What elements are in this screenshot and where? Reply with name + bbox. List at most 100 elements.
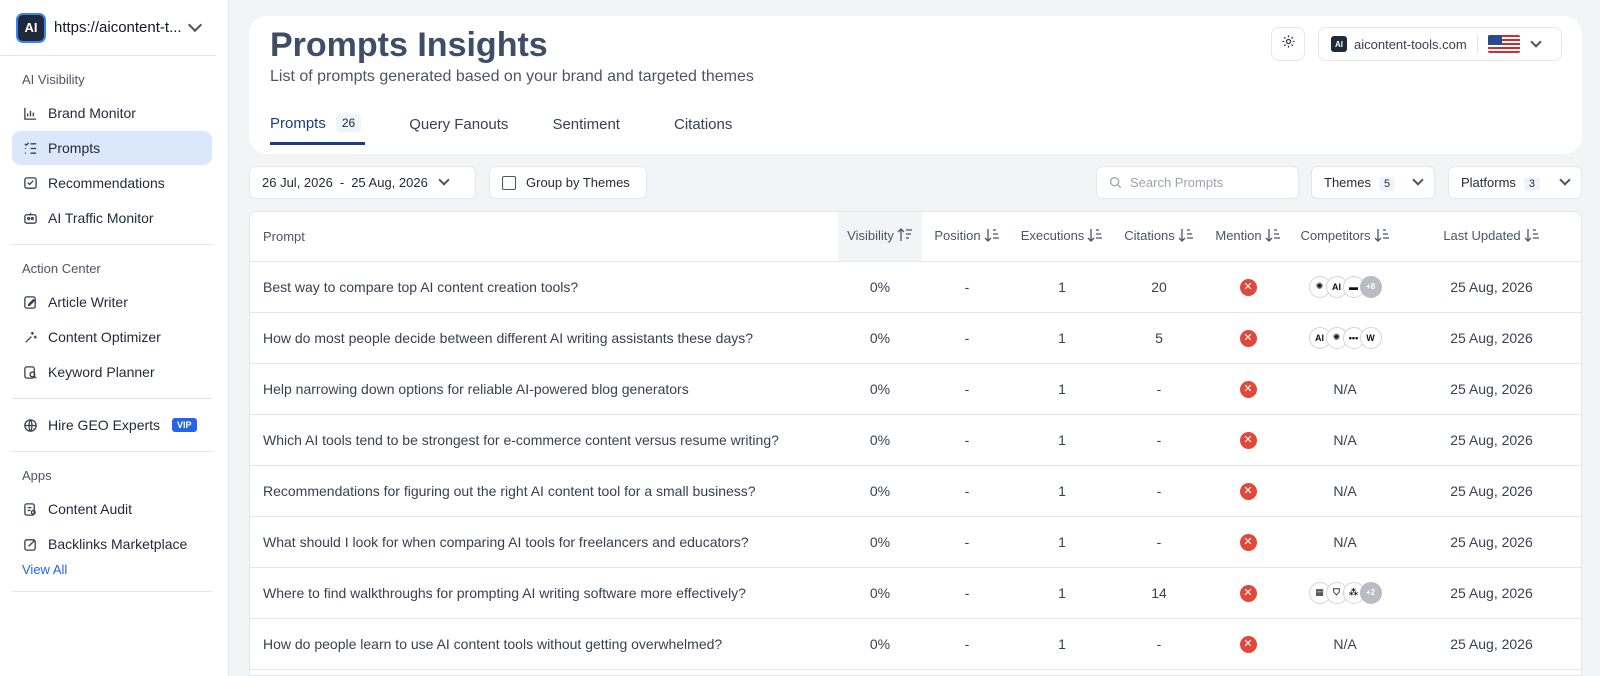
prompt-text[interactable]: Where to find walkthroughs for prompting… [250, 567, 838, 619]
competitors-na: N/A [1333, 635, 1357, 652]
visibility-value: 0% [838, 363, 922, 415]
bar-chart-icon [22, 105, 38, 121]
column-header-mention[interactable]: Mention [1206, 212, 1290, 262]
position-value: - [922, 618, 1012, 670]
last-updated-value: 25 Aug, 2026 [1400, 516, 1581, 568]
position-value: - [922, 312, 1012, 364]
competitors-cell: AI ✺ ••• W [1290, 312, 1400, 364]
gear-icon [1281, 34, 1296, 54]
chevron-down-icon [1559, 174, 1571, 186]
sidebar-item-prompts[interactable]: Prompts [12, 131, 212, 165]
platforms-label: Platforms [1461, 175, 1516, 190]
site-selector[interactable]: AI aicontent-tools.com [1318, 27, 1562, 61]
themes-filter[interactable]: Themes 5 [1311, 166, 1435, 199]
column-header-executions[interactable]: Executions [1012, 212, 1112, 262]
column-header-competitors[interactable]: Competitors [1290, 212, 1400, 262]
sidebar-item-keyword-planner[interactable]: Keyword Planner [12, 355, 212, 389]
prompt-text[interactable]: What should I look for when comparing AI… [250, 516, 838, 568]
citations-value: 14 [1112, 567, 1206, 619]
search-prompts-input[interactable]: Search Prompts [1096, 166, 1299, 199]
last-updated-value: 25 Aug, 2026 [1400, 414, 1581, 466]
sidebar-item-label: Prompts [48, 140, 101, 156]
sidebar-item-hire-geo-experts[interactable]: Hire GEO Experts VIP [12, 408, 212, 442]
site-name: aicontent-tools.com [1354, 36, 1467, 52]
x-circle-icon: ✕ [1239, 636, 1257, 653]
competitor-avatars: AI ✺ ••• W [1308, 326, 1382, 349]
column-label: Competitors [1300, 227, 1371, 243]
column-header-visibility[interactable]: Visibility [838, 212, 922, 262]
date-range-picker[interactable]: 26 Jul, 2026 - 25 Aug, 2026 [249, 166, 476, 199]
competitor-avatars: ▦ ⛉ ⁂ +2 [1308, 581, 1382, 604]
competitors-cell: N/A [1290, 516, 1400, 568]
column-header-prompt: Prompt [250, 212, 838, 262]
column-header-citations[interactable]: Citations [1112, 212, 1206, 262]
sidebar-item-article-writer[interactable]: Article Writer [12, 285, 212, 319]
prompt-text[interactable]: Help narrowing down options for reliable… [250, 363, 838, 415]
tab-sentiment[interactable]: Sentiment [552, 108, 620, 145]
executions-value: 1 [1012, 312, 1112, 364]
tab-citations[interactable]: Citations [674, 108, 732, 145]
table-row[interactable]: Recommendations for figuring out the rig… [250, 465, 1581, 517]
group-by-themes-toggle[interactable]: Group by Themes [489, 166, 647, 199]
table-row[interactable]: Which AI tools tend to be strongest for … [250, 414, 1581, 466]
sidebar-item-content-optimizer[interactable]: Content Optimizer [12, 320, 212, 354]
column-header-position[interactable]: Position [922, 212, 1012, 262]
table-row[interactable]: How do people learn to use AI content to… [250, 618, 1581, 670]
sidebar-item-ai-traffic-monitor[interactable]: AI Traffic Monitor [12, 201, 212, 235]
link-edit-icon [22, 536, 38, 552]
x-circle-icon: ✕ [1239, 432, 1257, 449]
table-row[interactable]: What should I look for when comparing AI… [250, 516, 1581, 568]
chevron-down-icon [1530, 35, 1542, 48]
sidebar-item-content-audit[interactable]: Content Audit [12, 492, 212, 526]
column-label: Executions [1020, 227, 1085, 243]
prompt-text[interactable]: Best way to compare top AI content creat… [250, 261, 838, 313]
competitors-na: N/A [1333, 431, 1357, 448]
header-card: Prompts Insights List of prompts generat… [249, 16, 1582, 154]
sidebar-item-brand-monitor[interactable]: Brand Monitor [12, 96, 212, 130]
view-all-link[interactable]: View All [12, 562, 212, 583]
competitors-cell: N/A [1290, 618, 1400, 670]
visibility-value: 0% [838, 516, 922, 568]
search-icon [1109, 176, 1122, 189]
section-action-center: Action Center Article Writer Content Opt… [12, 245, 212, 399]
more-competitors-badge[interactable]: +2 [1359, 581, 1382, 604]
table-row[interactable]: Help narrowing down options for reliable… [250, 363, 1581, 415]
table-row[interactable]: How do most people decide between differ… [250, 312, 1581, 364]
position-value: - [922, 567, 1012, 619]
platforms-filter[interactable]: Platforms 3 [1448, 166, 1582, 199]
last-updated-value: 25 Aug, 2026 [1400, 567, 1581, 619]
visibility-value: 0% [838, 465, 922, 517]
citations-value: - [1112, 414, 1206, 466]
group-by-checkbox[interactable] [502, 175, 516, 190]
sidebar-item-recommendations[interactable]: Recommendations [12, 166, 212, 200]
prompt-text[interactable]: Which AI tools tend to be strongest for … [250, 414, 838, 466]
visibility-value: 0% [838, 618, 922, 670]
citations-value: - [1112, 516, 1206, 568]
table-row[interactable]: Where to find walkthroughs for prompting… [250, 567, 1581, 619]
prompt-text[interactable]: How do people learn to use AI content to… [250, 618, 838, 670]
page-title: Prompts Insights [270, 26, 548, 64]
sidebar-item-label: Article Writer [48, 294, 128, 310]
sidebar-item-backlinks-marketplace[interactable]: Backlinks Marketplace [12, 527, 212, 561]
competitors-na: N/A [1333, 533, 1357, 550]
brand-selector[interactable]: AI https://aicontent-t... [0, 0, 216, 56]
mention-cell: ✕ [1206, 516, 1290, 568]
table-row[interactable]: Best way to compare top AI content creat… [250, 261, 1581, 313]
settings-button[interactable] [1271, 27, 1305, 61]
visibility-value: 0% [838, 261, 922, 313]
column-header-last-updated[interactable]: Last Updated [1400, 212, 1581, 262]
competitors-na: N/A [1333, 482, 1357, 499]
mention-cell: ✕ [1206, 567, 1290, 619]
page-subtitle: List of prompts generated based on your … [270, 68, 754, 85]
divider [1476, 34, 1478, 54]
sort-icon [1178, 228, 1194, 245]
sort-icon [1087, 228, 1103, 245]
tab-query-fanouts[interactable]: Query Fanouts [409, 108, 508, 145]
prompt-text[interactable]: Recommendations for figuring out the rig… [250, 465, 838, 517]
citations-value: - [1112, 465, 1206, 517]
tab-prompts[interactable]: Prompts 26 [270, 108, 366, 145]
section-title: AI Visibility [22, 72, 85, 87]
prompt-text[interactable]: How do most people decide between differ… [250, 312, 838, 364]
more-competitors-badge[interactable]: +8 [1359, 275, 1382, 298]
column-label: Citations [1124, 227, 1175, 243]
